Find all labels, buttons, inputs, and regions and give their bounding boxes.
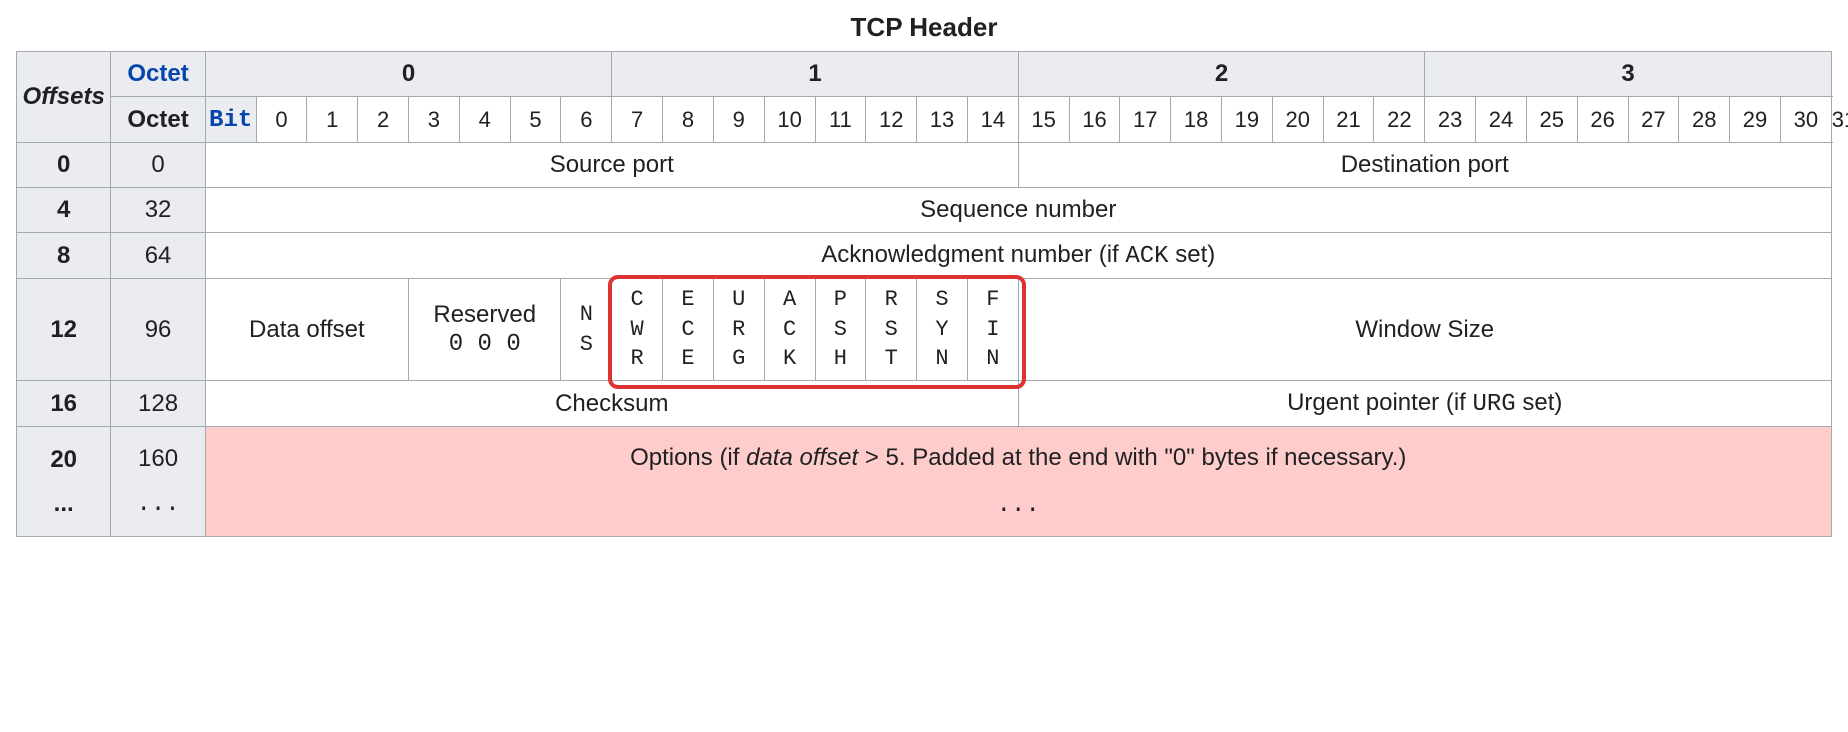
- flag-ece: ECE: [663, 279, 714, 381]
- bit-num: 9: [713, 97, 764, 143]
- reserved-label: Reserved: [433, 301, 536, 328]
- field-data-offset: Data offset: [205, 279, 408, 381]
- bit-link[interactable]: Bit: [209, 107, 252, 134]
- bit-num: 2: [358, 97, 409, 143]
- field-dest-port: Destination port: [1018, 143, 1831, 188]
- bit-num: 23: [1425, 97, 1476, 143]
- flag-ns: NS: [561, 279, 612, 381]
- row-octet: 12: [17, 279, 111, 381]
- bit-num: 3: [409, 97, 460, 143]
- octet-col-2: 2: [1018, 52, 1425, 97]
- bit-num: 17: [1120, 97, 1171, 143]
- offsets-cell: Offsets: [17, 52, 111, 143]
- bit-num: 15: [1018, 97, 1069, 143]
- flag-syn: SYN: [917, 279, 968, 381]
- bit-num: 16: [1069, 97, 1120, 143]
- bit-num: 6: [561, 97, 612, 143]
- offsets-label: Offsets: [23, 83, 105, 110]
- ack-pre: Acknowledgment number (if: [821, 241, 1125, 268]
- row-octet: 4: [17, 188, 111, 233]
- reserved-value: 0 0 0: [449, 331, 521, 358]
- bit-num: 12: [866, 97, 917, 143]
- octet-subheader: Octet: [111, 97, 205, 143]
- bit-num: 21: [1323, 97, 1374, 143]
- row-octet: 0: [17, 143, 111, 188]
- table-caption: TCP Header: [16, 12, 1832, 43]
- flag-urg: URG: [713, 279, 764, 381]
- bit-num: 14: [967, 97, 1018, 143]
- bit-num: 26: [1577, 97, 1628, 143]
- flag-psh: PSH: [815, 279, 866, 381]
- octet-col-3: 3: [1425, 52, 1832, 97]
- bit-num: 20: [1272, 97, 1323, 143]
- field-window-size: Window Size: [1018, 279, 1831, 381]
- octet-link[interactable]: Octet: [127, 60, 188, 87]
- flag-fin: FIN: [967, 279, 1018, 381]
- bit-num: 24: [1476, 97, 1527, 143]
- tcp-header-table: Offsets Octet 0 1 2 3 Octet Bit 0 1 2 3 …: [16, 51, 1832, 537]
- row-bit: 96: [111, 279, 205, 381]
- field-reserved: Reserved 0 0 0: [409, 279, 561, 381]
- field-source-port: Source port: [205, 143, 1018, 188]
- bit-num: 25: [1526, 97, 1577, 143]
- row-octet: 16: [17, 381, 111, 427]
- ack-code: ACK: [1125, 243, 1168, 270]
- opt-more: ...: [997, 492, 1040, 519]
- row-bit: 32: [111, 188, 205, 233]
- row-octet: 20...: [17, 427, 111, 537]
- bit-num: 27: [1628, 97, 1679, 143]
- opt-pre: Options (if: [630, 444, 746, 471]
- row-octet: 8: [17, 233, 111, 279]
- flag-rst: RST: [866, 279, 917, 381]
- row-bit: 64: [111, 233, 205, 279]
- octet-col-0: 0: [205, 52, 612, 97]
- row-bit: 128: [111, 381, 205, 427]
- row-bit: 0: [111, 143, 205, 188]
- octet-col-1: 1: [612, 52, 1019, 97]
- opt-ital: data offset: [746, 444, 858, 471]
- field-ack-num: Acknowledgment number (if ACK set): [205, 233, 1831, 279]
- octet-header: Octet: [111, 52, 205, 97]
- opt-post: > 5. Padded at the end with "0" bytes if…: [858, 444, 1406, 471]
- bit-num: 5: [510, 97, 561, 143]
- bit-num: 29: [1730, 97, 1781, 143]
- bit-num: 0: [256, 97, 307, 143]
- bit-num: 7: [612, 97, 663, 143]
- field-seq-num: Sequence number: [205, 188, 1831, 233]
- bit-num: 22: [1374, 97, 1425, 143]
- bit-num: 19: [1222, 97, 1273, 143]
- ack-post: set): [1169, 241, 1216, 268]
- bit-num: 11: [815, 97, 866, 143]
- bit-num: 10: [764, 97, 815, 143]
- field-urgent-ptr: Urgent pointer (if URG set): [1018, 381, 1831, 427]
- field-options: Options (if data offset > 5. Padded at t…: [205, 427, 1831, 537]
- bit-num: 1: [307, 97, 358, 143]
- urg-post: set): [1516, 389, 1563, 416]
- urg-code: URG: [1473, 391, 1516, 418]
- row-bit: 160...: [111, 427, 205, 537]
- flag-cwr: CWR: [612, 279, 663, 381]
- urg-pre: Urgent pointer (if: [1287, 389, 1472, 416]
- bit-num: 13: [917, 97, 968, 143]
- bit-num: 18: [1171, 97, 1222, 143]
- flag-ack: ACK: [764, 279, 815, 381]
- bit-num: 4: [459, 97, 510, 143]
- bit-num: 30: [1780, 97, 1831, 143]
- bit-header: Bit: [205, 97, 256, 143]
- bit-num: 28: [1679, 97, 1730, 143]
- bit-num: 8: [663, 97, 714, 143]
- field-checksum: Checksum: [205, 381, 1018, 427]
